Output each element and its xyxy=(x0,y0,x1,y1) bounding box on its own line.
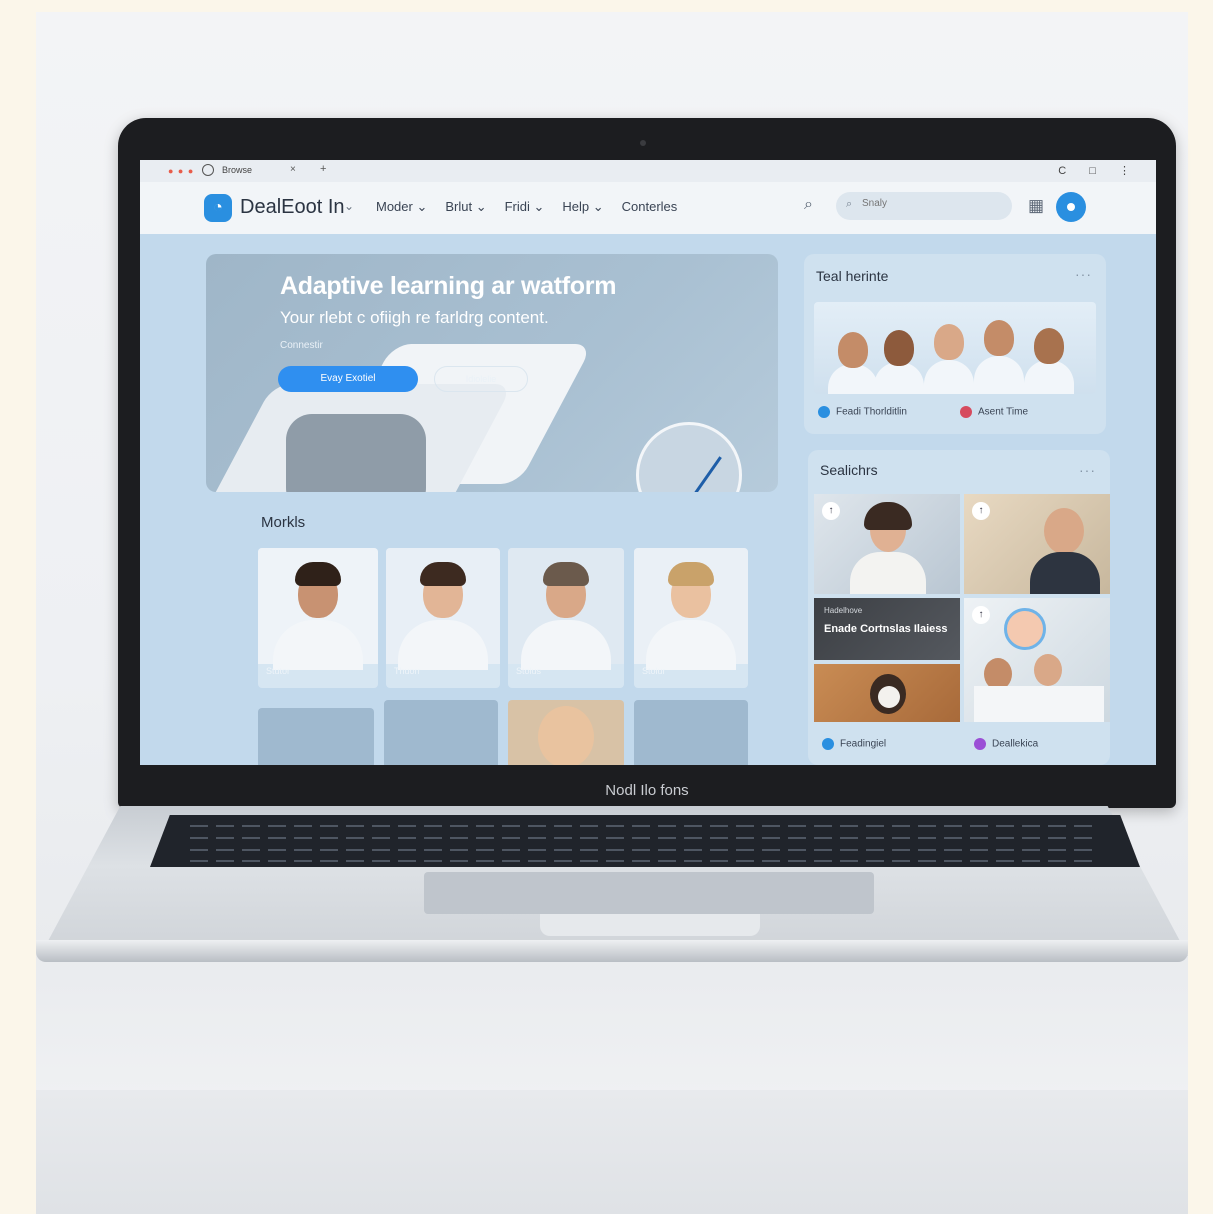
browser-tabbar: ● ● ● Browse × + C □ ⋮ xyxy=(140,160,1156,182)
card-photo xyxy=(634,548,748,670)
menu-item[interactable]: Help ⌄ xyxy=(562,199,603,215)
course-card[interactable]: Thuorr xyxy=(386,548,500,688)
media-tile[interactable]: ↑ xyxy=(964,598,1110,722)
lid-notch xyxy=(540,914,760,936)
course-card-placeholder[interactable] xyxy=(384,700,498,765)
traffic-lights-icon[interactable]: ● ● ● xyxy=(168,166,194,176)
time-icon xyxy=(960,406,972,418)
search-icon: ⌕ xyxy=(846,198,853,210)
app-navbar: ◔ DealEoot In ⌄ Moder ⌄ Brlut ⌄ Fridi ⌄ … xyxy=(140,182,1156,234)
more-options-icon[interactable]: ··· xyxy=(1075,266,1092,282)
meta-label: Feadingiel xyxy=(840,738,887,750)
tile-badge-icon: ↑ xyxy=(972,606,990,624)
meta-label: Feadi Thorlditlin xyxy=(836,406,907,418)
course-card-placeholder[interactable] xyxy=(634,700,748,765)
menu-item[interactable]: Brlut ⌄ xyxy=(445,199,486,215)
tile-badge-icon: ↑ xyxy=(972,502,990,520)
logo-icon[interactable]: ◔ xyxy=(204,194,232,222)
course-card[interactable]: Stolus xyxy=(508,548,624,688)
tile-badge-icon: ↑ xyxy=(822,502,840,520)
card-caption: Stolus xyxy=(516,666,542,676)
media-tile[interactable]: ↑ xyxy=(964,494,1110,594)
search-icon[interactable]: ⌕ xyxy=(804,196,813,214)
course-card-placeholder[interactable] xyxy=(508,700,624,765)
primary-cta-button[interactable]: Evay Exotiel xyxy=(278,366,418,392)
card-photo xyxy=(258,548,378,670)
table-surface xyxy=(36,1090,1188,1214)
panel-meta-left[interactable]: Feadi Thorlditlin xyxy=(818,406,907,418)
tile-label: Enade Cortnslas Ilaiess xyxy=(824,623,948,635)
tab-favicon-icon xyxy=(202,164,214,176)
meta-label: Deallekica xyxy=(992,738,1039,750)
tab-title[interactable]: Browse xyxy=(222,165,252,175)
secondary-cta-button[interactable]: Idiolelie xyxy=(434,366,528,392)
panel-meta-right[interactable]: Deallekica xyxy=(974,738,1038,750)
course-card[interactable]: Stutor xyxy=(258,548,378,688)
side-panel: Teal herinte ··· Feadi Thorlditlin Asent… xyxy=(804,254,1106,434)
group-photo xyxy=(814,302,1096,394)
menu-item[interactable]: Fridi ⌄ xyxy=(505,199,545,215)
course-card[interactable]: Stolur xyxy=(634,548,748,688)
panel-title: Sealichrs xyxy=(820,462,878,478)
panel-meta-left[interactable]: Feadingiel xyxy=(822,738,886,750)
hero-subtitle: Your rlebt c ofiigh re farldrg content. xyxy=(280,308,549,327)
laptop-screen: ● ● ● Browse × + C □ ⋮ ◔ DealEoot In ⌄ M… xyxy=(140,160,1156,765)
trackpad xyxy=(424,872,874,914)
media-tile[interactable] xyxy=(814,664,960,722)
decorative-block xyxy=(286,414,426,492)
more-options-icon[interactable]: ··· xyxy=(1079,462,1096,478)
camera-icon xyxy=(640,140,646,146)
laptop-front-edge xyxy=(36,940,1188,962)
course-card-placeholder[interactable] xyxy=(258,708,374,765)
menu-item[interactable]: Moder ⌄ xyxy=(376,199,427,215)
calendar-icon[interactable]: ▦ xyxy=(1028,196,1044,216)
search-field[interactable]: ⌕ xyxy=(836,192,1012,220)
laptop-brand-label: Nodl Ilo fons xyxy=(605,782,689,799)
panel-title: Teal herinte xyxy=(816,268,889,284)
tab-close-icon[interactable]: × xyxy=(290,164,296,175)
meta-label: Asent Time xyxy=(978,406,1029,418)
chevron-down-icon[interactable]: ⌄ xyxy=(344,199,354,213)
new-tab-icon[interactable]: + xyxy=(320,163,326,175)
hero-title: Adaptive learning ar watform xyxy=(280,272,617,300)
section-title: Morkls xyxy=(261,514,306,531)
card-caption: Stutor xyxy=(266,666,291,676)
window-controls[interactable]: C □ ⋮ xyxy=(1058,164,1140,177)
hero-banner: Adaptive learning ar watform Your rlebt … xyxy=(206,254,778,492)
side-panel: Sealichrs ··· ↑ ↑ Hadelhove Enade Cortns… xyxy=(808,450,1110,765)
card-caption: Stolur xyxy=(642,666,666,676)
tile-label-small: Hadelhove xyxy=(824,606,863,615)
hero-small-text: Connestir xyxy=(280,340,323,351)
panel-meta-right[interactable]: Asent Time xyxy=(960,406,1028,418)
document-icon xyxy=(974,738,986,750)
search-input[interactable] xyxy=(860,197,1004,210)
card-photo xyxy=(386,548,500,670)
main-menu: Moder ⌄ Brlut ⌄ Fridi ⌄ Help ⌄ Conterles xyxy=(376,199,677,215)
media-tile[interactable]: Hadelhove Enade Cortnslas Ilaiess xyxy=(814,598,960,660)
play-icon xyxy=(818,406,830,418)
card-caption: Thuorr xyxy=(394,666,421,676)
card-photo xyxy=(508,548,624,670)
play-icon xyxy=(822,738,834,750)
brand-name[interactable]: DealEoot In xyxy=(240,196,345,219)
media-tile[interactable]: ↑ xyxy=(814,494,960,594)
menu-item[interactable]: Conterles xyxy=(622,199,678,215)
keyboard xyxy=(150,815,1140,867)
clock-illustration xyxy=(636,422,742,492)
avatar-icon[interactable] xyxy=(1056,192,1086,222)
